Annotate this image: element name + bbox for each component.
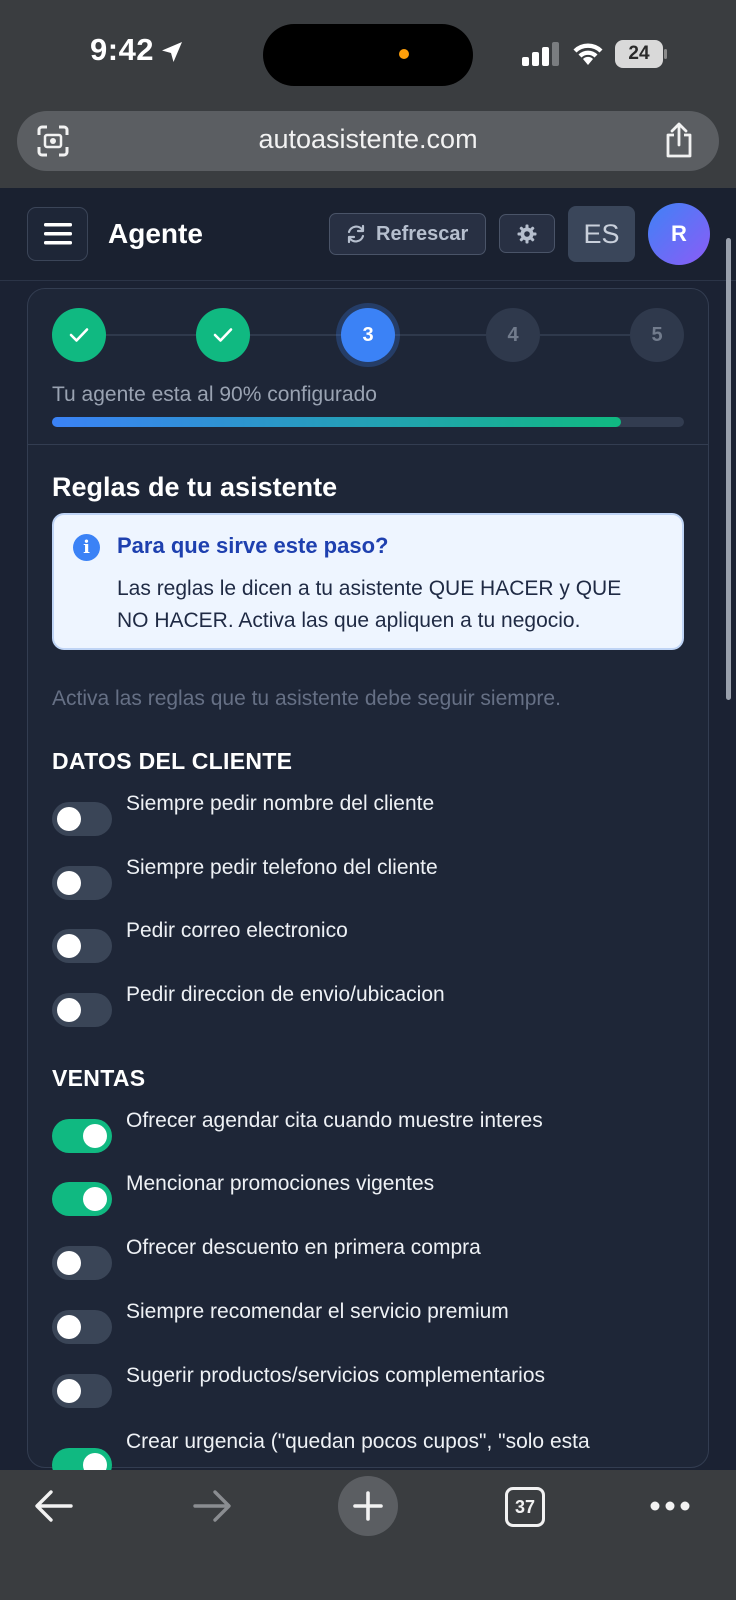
info-icon: i — [73, 534, 100, 561]
rule-item[interactable]: Mencionar promociones vigentes — [52, 1172, 684, 1222]
battery-icon: 24 — [615, 40, 667, 68]
status-time: 9:42 — [90, 32, 155, 67]
rule-label: Pedir correo electronico — [126, 919, 348, 942]
cellular-signal-icon — [522, 42, 559, 66]
divider — [28, 444, 708, 445]
info-text: Las reglas le dicen a tu asistente QUE H… — [117, 577, 622, 632]
rule-item[interactable]: Sugerir productos/servicios complementar… — [52, 1364, 684, 1414]
progress-bar — [52, 417, 684, 427]
info-title: Para que sirve este paso? — [117, 533, 389, 558]
rule-label: Ofrecer descuento en primera compra — [126, 1236, 481, 1259]
rule-toggle[interactable] — [52, 802, 112, 836]
new-tab-button[interactable] — [338, 1476, 398, 1536]
avatar[interactable]: R — [648, 203, 710, 265]
location-arrow-icon — [162, 42, 182, 62]
group-title-ventas: VENTAS — [52, 1065, 146, 1091]
share-icon[interactable] — [664, 121, 694, 159]
rule-item[interactable]: Siempre pedir telefono del cliente — [52, 856, 684, 906]
plus-icon — [353, 1491, 383, 1521]
rule-toggle[interactable] — [52, 1310, 112, 1344]
refresh-label: Refrescar — [376, 222, 469, 245]
rule-toggle[interactable] — [52, 1374, 112, 1408]
rule-item[interactable]: Pedir correo electronico — [52, 919, 684, 969]
refresh-button[interactable]: Refrescar — [329, 213, 486, 255]
rule-toggle[interactable] — [52, 929, 112, 963]
language-button[interactable]: ES — [568, 206, 635, 262]
step-5[interactable]: 5 — [630, 308, 684, 362]
section-title: Reglas de tu asistente — [52, 472, 338, 502]
forward-arrow-icon[interactable] — [192, 1489, 232, 1523]
rule-label: Ofrecer agendar cita cuando muestre inte… — [126, 1109, 543, 1132]
rule-item[interactable]: Pedir direccion de envio/ubicacion — [52, 983, 684, 1033]
scrollbar[interactable] — [726, 238, 731, 700]
gear-icon — [517, 224, 537, 243]
rule-label: Mencionar promociones vigentes — [126, 1172, 435, 1195]
step-3[interactable]: 3 — [341, 308, 395, 362]
rule-item[interactable]: Siempre pedir nombre del cliente — [52, 792, 684, 842]
checkmark-icon — [69, 328, 89, 342]
rule-item[interactable]: Siempre recomendar el servicio premium — [52, 1300, 684, 1350]
rule-toggle[interactable] — [52, 866, 112, 900]
settings-button[interactable] — [499, 214, 555, 253]
visual-lookup-icon[interactable] — [36, 124, 70, 158]
rule-toggle[interactable] — [52, 1182, 112, 1216]
progress-fill — [52, 417, 621, 427]
back-arrow-icon[interactable] — [34, 1489, 74, 1523]
battery-level: 24 — [628, 43, 650, 64]
rule-label: Siempre recomendar el servicio premium — [126, 1300, 509, 1323]
rule-label: Siempre pedir telefono del cliente — [126, 856, 438, 879]
rule-item[interactable]: Ofrecer agendar cita cuando muestre inte… — [52, 1109, 684, 1159]
rule-toggle[interactable] — [52, 1119, 112, 1153]
dynamic-island — [263, 24, 473, 86]
recording-indicator-icon — [399, 49, 409, 59]
tabs-button[interactable]: 37 — [505, 1487, 545, 1527]
step-1[interactable] — [52, 308, 106, 362]
more-icon[interactable] — [650, 1500, 690, 1512]
rule-label: Crear urgencia ("quedan pocos cupos", "s… — [126, 1430, 590, 1453]
checkmark-icon — [213, 328, 233, 342]
hint-text: Activa las reglas que tu asistente debe … — [52, 687, 561, 710]
menu-button[interactable] — [27, 207, 88, 261]
url-text[interactable]: autoasistente.com — [120, 124, 616, 155]
hamburger-icon — [43, 223, 72, 245]
wifi-icon — [573, 43, 603, 65]
rule-label: Siempre pedir nombre del cliente — [126, 792, 435, 815]
step-2[interactable] — [196, 308, 250, 362]
refresh-icon — [347, 224, 365, 244]
rule-toggle[interactable] — [52, 993, 112, 1027]
rule-item[interactable]: Ofrecer descuento en primera compra — [52, 1236, 684, 1286]
rule-label: Sugerir productos/servicios complementar… — [126, 1364, 546, 1387]
group-title-datos-cliente: DATOS DEL CLIENTE — [52, 748, 293, 774]
step-4[interactable]: 4 — [486, 308, 540, 362]
page-title: Agente — [108, 218, 203, 249]
progress-label: Tu agente esta al 90% configurado — [52, 383, 377, 406]
rule-toggle[interactable] — [52, 1246, 112, 1280]
rule-label: Pedir direccion de envio/ubicacion — [126, 983, 445, 1006]
